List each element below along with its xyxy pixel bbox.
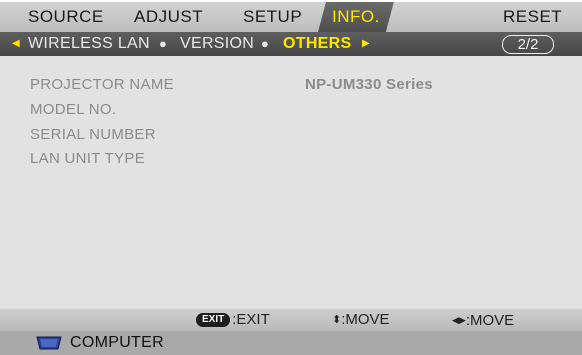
submenu-others[interactable]: OTHERS <box>283 32 351 56</box>
lan-unit-type-label: LAN UNIT TYPE <box>30 150 146 167</box>
move-horizontal-hint: ◀▶:MOVE <box>452 309 514 331</box>
info-content-panel: PROJECTOR NAME NP-UM330 Series MODEL NO.… <box>0 56 582 309</box>
left-arrow-icon[interactable]: ◀ <box>12 32 20 56</box>
tab-info[interactable]: INFO. <box>318 2 394 32</box>
separator-dot-icon: ● <box>159 36 168 51</box>
exit-hint-text: :EXIT <box>232 311 270 328</box>
main-menu-tabs: SOURCE ADJUST SETUP INFO. RESET <box>0 2 582 32</box>
projector-name-value: NP-UM330 Series <box>305 76 433 93</box>
page-indicator: 2/2 <box>502 35 554 54</box>
tab-setup[interactable]: SETUP <box>243 2 302 32</box>
move-horizontal-text: :MOVE <box>465 312 515 329</box>
submenu-bar: ◀ WIRELESS LAN ● VERSION ● OTHERS ▶ 2/2 <box>0 32 582 56</box>
vga-connector-icon <box>36 336 62 350</box>
tab-adjust[interactable]: ADJUST <box>134 2 203 32</box>
source-bar: COMPUTER <box>0 331 582 355</box>
separator-dot-icon: ● <box>261 36 270 51</box>
projector-osd-menu: SOURCE ADJUST SETUP INFO. RESET ◀ WIRELE… <box>0 0 582 355</box>
help-bar: EXIT:EXIT ⬍:MOVE ◀▶:MOVE <box>0 309 582 331</box>
left-right-arrows-icon: ◀▶ <box>452 315 466 325</box>
move-vertical-text: :MOVE <box>341 311 390 328</box>
source-label: COMPUTER <box>70 334 164 351</box>
projector-name-label: PROJECTOR NAME <box>30 76 174 93</box>
serial-number-label: SERIAL NUMBER <box>30 126 156 143</box>
move-vertical-hint: ⬍:MOVE <box>332 309 390 331</box>
model-no-label: MODEL NO. <box>30 101 117 118</box>
submenu-wireless-lan[interactable]: WIRELESS LAN <box>28 32 150 56</box>
tab-source[interactable]: SOURCE <box>28 2 104 32</box>
right-arrow-icon[interactable]: ▶ <box>362 32 370 56</box>
exit-key-icon: EXIT <box>196 313 231 327</box>
submenu-version[interactable]: VERSION <box>180 32 254 56</box>
exit-hint: EXIT:EXIT <box>196 309 270 331</box>
up-down-arrows-icon: ⬍ <box>332 314 342 326</box>
tab-reset[interactable]: RESET <box>503 2 562 32</box>
